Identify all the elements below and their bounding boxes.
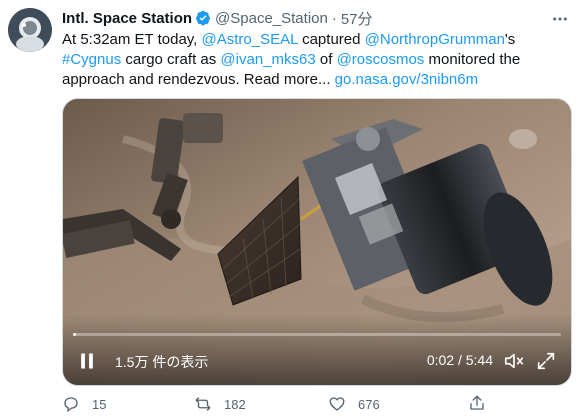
fullscreen-icon[interactable] (535, 350, 557, 372)
author-name[interactable]: Intl. Space Station (62, 10, 192, 27)
text-part: At 5:32am ET today, (62, 31, 202, 48)
text-part: of (315, 51, 337, 68)
text-part: cargo craft as (121, 51, 221, 68)
mention-link[interactable]: @roscosmos (337, 51, 425, 68)
video-time: 0:02 / 5:44 (426, 352, 493, 368)
mute-icon[interactable] (503, 350, 525, 372)
mention-link[interactable]: @Astro_SEAL (202, 31, 298, 48)
retweet-count: 182 (224, 396, 246, 412)
hashtag-link[interactable]: #Cygnus (62, 51, 121, 68)
text-part: captured (297, 31, 365, 48)
more-icon[interactable] (551, 10, 569, 28)
like-count: 676 (358, 396, 380, 412)
text-part: 's (504, 31, 516, 48)
view-count: 1.5万 件の表示 (115, 354, 209, 370)
retweet-icon (195, 397, 211, 411)
retweet-button[interactable]: 182 (194, 394, 246, 414)
verified-badge-icon (196, 10, 211, 26)
reply-button[interactable]: 15 (62, 394, 106, 414)
mention-link[interactable]: @NorthropGrumman (365, 31, 505, 48)
reply-icon (64, 397, 78, 413)
video-player[interactable]: 1.5万 件の表示 0:02 / 5:44 (62, 98, 572, 386)
video-frame[interactable] (63, 99, 571, 385)
video-progress-bar[interactable] (73, 333, 561, 336)
tweet-time[interactable]: 57分 (341, 8, 373, 29)
heart-icon (329, 397, 345, 411)
avatar[interactable] (8, 8, 52, 52)
tweet-header: Intl. Space Station @Space_Station · 57分 (62, 8, 373, 28)
mention-link[interactable]: @ivan_mks63 (220, 51, 315, 68)
reply-count: 15 (92, 396, 107, 412)
video-progress-fill (73, 333, 76, 336)
share-icon[interactable] (468, 394, 486, 412)
pause-icon[interactable] (77, 351, 97, 371)
author-handle[interactable]: @Space_Station (215, 10, 328, 27)
tweet-card[interactable]: Intl. Space Station @Space_Station · 57分… (0, 0, 581, 419)
like-button[interactable]: 676 (328, 394, 380, 414)
tweet-text: At 5:32am ET today, @Astro_SEAL captured… (62, 30, 562, 90)
tweet-actions: 15 182 676 (62, 392, 562, 416)
separator-dot: · (331, 9, 337, 27)
video-controls: 1.5万 件の表示 0:02 / 5:44 (63, 346, 571, 376)
url-link[interactable]: go.nasa.gov/3nibn6m (335, 71, 478, 88)
